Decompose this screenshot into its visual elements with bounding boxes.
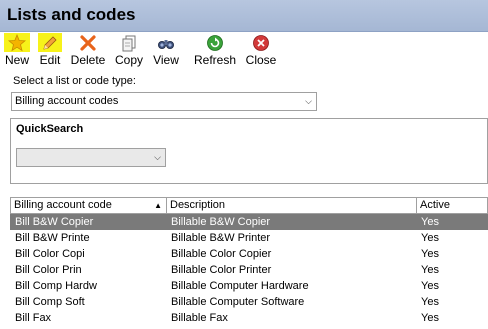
list-type-label: Select a list or code type: — [13, 75, 136, 87]
table-row[interactable]: Bill Color Prin Billable Color Printer Yes — [10, 262, 488, 278]
cell-code: Bill B&W Printe — [15, 232, 90, 244]
cell-code: Bill Comp Soft — [15, 296, 85, 308]
quicksearch-panel: QuickSearch ⌵ — [10, 118, 488, 184]
table-body: Bill B&W Copier Billable B&W Copier Yes Bil… — [10, 214, 488, 326]
chevron-down-icon: ⌵ — [154, 152, 161, 162]
refresh-button[interactable]: Refresh — [194, 33, 236, 67]
cell-active: Yes — [421, 248, 439, 260]
cell-active: Yes — [421, 280, 439, 292]
edit-button[interactable]: Edit — [38, 33, 62, 67]
window-title: Lists and codes — [7, 5, 136, 24]
table-row[interactable]: Bill Comp Hardw Billable Computer Hardwar… — [10, 278, 488, 294]
quicksearch-title: QuickSearch — [16, 123, 84, 135]
codes-table: Billing account code ▲ Description Activ… — [10, 197, 488, 326]
column-header-active[interactable]: Active — [417, 198, 488, 213]
toolbar: New Edit Delete Copy View Refresh Close — [0, 33, 488, 67]
chevron-down-icon: ⌵ — [305, 96, 312, 106]
table-row[interactable]: Bill Color Copi Billable Color Copier Yes — [10, 246, 488, 262]
view-button[interactable]: View — [152, 33, 180, 67]
table-header: Billing account code ▲ Description Activ… — [10, 197, 488, 214]
delete-button[interactable]: Delete — [70, 33, 106, 67]
cell-active: Yes — [421, 232, 439, 244]
table-row[interactable]: Bill B&W Copier Billable B&W Copier Yes — [10, 214, 488, 230]
table-row[interactable]: Bill B&W Printe Billable B&W Printer Yes — [10, 230, 488, 246]
table-row[interactable]: Bill Comp Soft Billable Computer Software… — [10, 294, 488, 310]
quicksearch-dropdown[interactable]: ⌵ — [16, 148, 166, 167]
cell-code: Bill B&W Copier — [15, 216, 94, 228]
pencil-icon — [43, 36, 57, 50]
cell-description: Billable Color Printer — [171, 264, 272, 276]
cell-description: Billable Computer Hardware — [171, 280, 309, 292]
column-header-description[interactable]: Description — [167, 198, 417, 213]
cell-code: Bill Fax — [15, 312, 52, 324]
copy-document-icon — [122, 35, 136, 52]
table-row[interactable]: Bill Fax Billable Fax Yes — [10, 310, 488, 326]
cell-description: Billable B&W Printer — [171, 232, 271, 244]
close-circle-icon — [253, 35, 269, 51]
list-type-value: Billing account codes — [15, 95, 119, 107]
cell-code: Bill Color Prin — [15, 264, 82, 276]
star-icon — [8, 34, 26, 52]
cell-active: Yes — [421, 216, 439, 228]
delete-x-icon — [80, 35, 96, 51]
cell-active: Yes — [421, 264, 439, 276]
cell-description: Billable Computer Software — [171, 296, 305, 308]
title-bar: Lists and codes — [0, 0, 488, 32]
cell-active: Yes — [421, 312, 439, 324]
copy-button[interactable]: Copy — [114, 33, 144, 67]
list-type-dropdown[interactable]: Billing account codes ⌵ — [11, 92, 317, 111]
binoculars-icon — [158, 40, 174, 49]
cell-active: Yes — [421, 296, 439, 308]
cell-description: Billable Color Copier — [171, 248, 272, 260]
sort-ascending-icon: ▲ — [154, 201, 162, 210]
new-button[interactable]: New — [4, 33, 30, 67]
cell-description: Billable B&W Copier — [171, 216, 271, 228]
cell-code: Bill Comp Hardw — [15, 280, 97, 292]
close-button[interactable]: Close — [244, 33, 278, 67]
refresh-icon — [207, 35, 223, 51]
cell-code: Bill Color Copi — [15, 248, 85, 260]
cell-description: Billable Fax — [171, 312, 228, 324]
column-header-code[interactable]: Billing account code ▲ — [11, 198, 167, 213]
